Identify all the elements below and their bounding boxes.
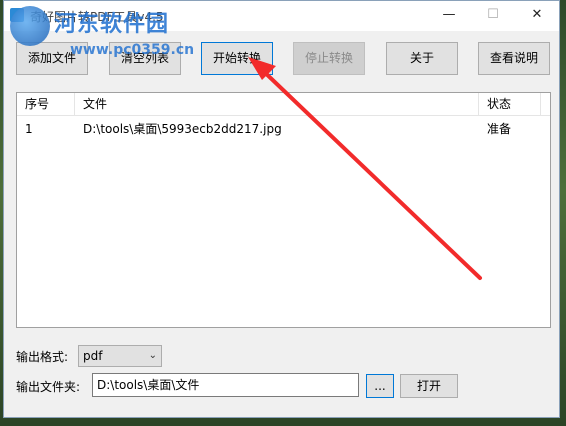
annotation-arrow [248,57,482,280]
annotation-arrow-shaft [256,64,482,280]
